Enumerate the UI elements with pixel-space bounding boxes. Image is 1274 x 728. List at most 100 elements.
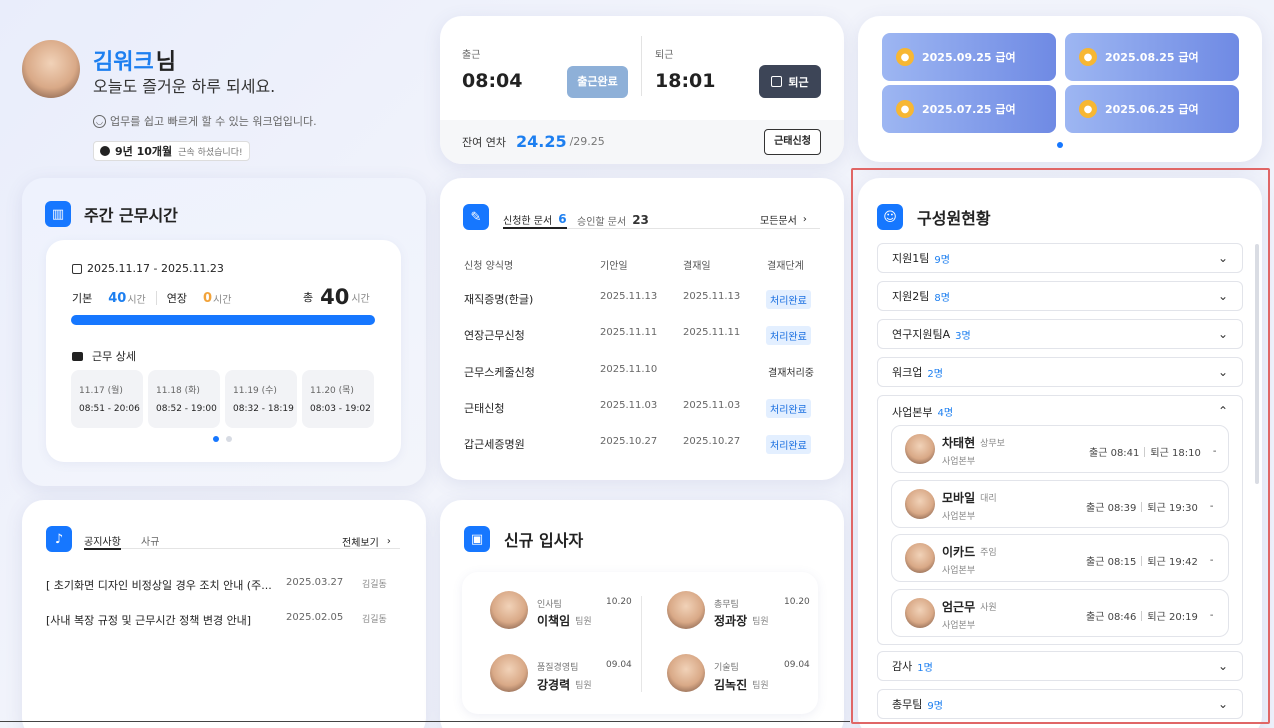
- member-in: 출근 08:41: [1089, 448, 1140, 459]
- day-time: 08:52 - 19:00: [156, 404, 217, 414]
- day-time: 08:03 - 19:02: [310, 404, 371, 414]
- profile-tagline-row: ◡ 업무를 쉽고 빠르게 할 수 있는 워크업입니다.: [93, 113, 317, 129]
- group-row-general[interactable]: 총무팀 9명 ⌄: [877, 689, 1243, 719]
- hire-name-row: 이책임 팀원: [537, 612, 592, 629]
- member-row[interactable]: 이카드 주임 사업본부 출근 08:15 퇴근 19:42-: [891, 534, 1229, 582]
- hire-team: 총무팀: [714, 600, 739, 610]
- members-title: 구성원현황: [917, 209, 991, 228]
- doc-approved: 2025.11.13: [683, 291, 741, 302]
- hire-date: 10.20: [784, 597, 810, 607]
- doc-approved: 2025.11.11: [683, 327, 741, 338]
- payslip-label: 2025.06.25 급여: [1105, 103, 1199, 116]
- all-documents-link[interactable]: 모든문서 ›: [760, 212, 807, 227]
- member-extra: -: [1212, 446, 1217, 457]
- bottom-line: [0, 721, 850, 722]
- hire-name: 이책임: [537, 614, 571, 628]
- users-icon: ☺: [877, 204, 903, 230]
- weekly-progress-track: [71, 315, 375, 325]
- member-row[interactable]: 차태현 상무보 사업본부 출근 08:41 퇴근 18:10-: [891, 425, 1229, 473]
- profile-tagline: 업무를 쉽고 빠르게 할 수 있는 워크업입니다.: [110, 115, 317, 128]
- leave-remaining: 24.25: [515, 132, 567, 151]
- notice-author: 김길동: [362, 580, 387, 590]
- tab-notice[interactable]: 공지사항: [84, 533, 121, 550]
- clock-out-button[interactable]: 퇴근: [759, 65, 821, 98]
- weekly-header: ▥ 주간 근무시간: [45, 201, 178, 227]
- group-row-support2[interactable]: 지원2팀 8명 ⌄: [877, 281, 1243, 311]
- clock-in-button[interactable]: 출근완료: [567, 66, 628, 98]
- avatar: [667, 591, 705, 629]
- group-count: 1명: [917, 662, 933, 674]
- group-name: 총무팀: [892, 698, 923, 711]
- header-form: 신청 양식명: [464, 261, 514, 272]
- doc-name: 연장근무신청: [464, 329, 525, 342]
- notice-title: [ 초기화면 디자인 비정상일 경우 조치 안내 (주...: [46, 579, 272, 592]
- tenure-suffix: 근속 하셨습니다!: [178, 147, 243, 158]
- member-row[interactable]: 모바일 대리 사업본부 출근 08:39 퇴근 19:30-: [891, 480, 1229, 528]
- all-notices-link[interactable]: 전체보기 ›: [342, 534, 391, 549]
- member-name-row: 엄근무 사원: [942, 598, 997, 615]
- member-in: 출근 08:39: [1086, 503, 1137, 514]
- payslip-page-dot[interactable]: [1057, 142, 1063, 148]
- members-scrollbar[interactable]: [1255, 244, 1259, 484]
- hire-date: 10.20: [606, 597, 632, 607]
- weekly-dot-active[interactable]: [213, 436, 219, 442]
- doc-name: 재직증명(한글): [464, 293, 534, 306]
- member-name-row: 차태현 상무보: [942, 434, 1005, 451]
- day-card: 11.20 (목) 08:03 - 19:02: [302, 370, 374, 428]
- tenure-value: 9년 10개월: [115, 145, 173, 158]
- hire-role: 팀원: [575, 617, 592, 627]
- hire-team: 기술팀: [714, 663, 739, 673]
- hire-name-row: 정과장 팀원: [714, 612, 769, 629]
- coin-icon: ●: [1079, 48, 1097, 66]
- payslip-button[interactable]: ● 2025.09.25 급여: [882, 33, 1056, 81]
- chevron-right-icon: ›: [386, 536, 391, 547]
- member-dept: 사업본부: [942, 457, 976, 467]
- leave-request-button[interactable]: 근태신청: [764, 129, 821, 155]
- day-time: 08:51 - 20:06: [79, 404, 140, 414]
- hire-name-row: 강경력 팀원: [537, 676, 592, 693]
- chevron-down-icon: ⌄: [1217, 251, 1228, 265]
- day-date: 11.18 (화): [156, 386, 200, 396]
- payslip-button[interactable]: ● 2025.07.25 급여: [882, 85, 1056, 133]
- notice-date: 2025.03.27: [286, 577, 344, 588]
- hire-team: 품질경영팀: [537, 663, 579, 673]
- group-row-workup[interactable]: 워크업 2명 ⌄: [877, 357, 1243, 387]
- group-count: 2명: [927, 368, 943, 380]
- profile-suffix: 님: [155, 50, 176, 75]
- member-title: 사원: [980, 603, 997, 613]
- tab-applied-docs[interactable]: 신청한 문서 6: [503, 211, 567, 229]
- bell-icon: ♪: [46, 526, 72, 552]
- member-dept: 사업본부: [942, 566, 976, 576]
- group-row-support1[interactable]: 지원1팀 9명 ⌄: [877, 243, 1243, 273]
- chevron-down-icon: ⌄: [1217, 697, 1228, 711]
- extra-value: 0: [203, 290, 213, 306]
- doc-name: 갑근세증명원: [464, 438, 525, 451]
- avatar: [905, 543, 935, 573]
- tab-rules[interactable]: 사규: [141, 533, 159, 548]
- summary-divider: [155, 291, 157, 305]
- tab-approve-docs[interactable]: 승인할 문서 23: [577, 211, 649, 229]
- tab-applied-label: 신청한 문서: [503, 215, 553, 227]
- group-count: 9명: [934, 254, 950, 266]
- weekly-dot[interactable]: [226, 436, 232, 442]
- group-name: 지원2팀: [892, 290, 930, 303]
- group-name: 워크업: [892, 366, 923, 379]
- tenure-badge: 9년 10개월 근속 하셨습니다!: [93, 141, 250, 161]
- payslip-button[interactable]: ● 2025.08.25 급여: [1065, 33, 1239, 81]
- member-out: 퇴근 19:30: [1147, 503, 1198, 514]
- member-title: 주임: [980, 548, 997, 558]
- group-count: 3명: [955, 330, 971, 342]
- payslip-card: ● 2025.09.25 급여 ● 2025.08.25 급여 ● 2025.07.2…: [858, 16, 1262, 162]
- hire-role: 팀원: [575, 681, 592, 691]
- payslip-button[interactable]: ● 2025.06.25 급여: [1065, 85, 1239, 133]
- group-row-audit[interactable]: 감사 1명 ⌄: [877, 651, 1243, 681]
- chevron-down-icon: ⌄: [1217, 365, 1228, 379]
- weekly-range-row: 2025.11.17 - 2025.11.23: [72, 262, 224, 275]
- chevron-down-icon: ⌄: [1217, 289, 1228, 303]
- notice-date: 2025.02.05: [286, 612, 344, 623]
- group-row-research[interactable]: 연구지원팀A 3명 ⌄: [877, 319, 1243, 349]
- day-card: 11.19 (수) 08:32 - 18:19: [225, 370, 297, 428]
- clock-in-time: 08:04: [462, 70, 523, 92]
- group-name: 지원1팀: [892, 252, 930, 265]
- member-row[interactable]: 엄근무 사원 사업본부 출근 08:46 퇴근 20:19-: [891, 589, 1229, 637]
